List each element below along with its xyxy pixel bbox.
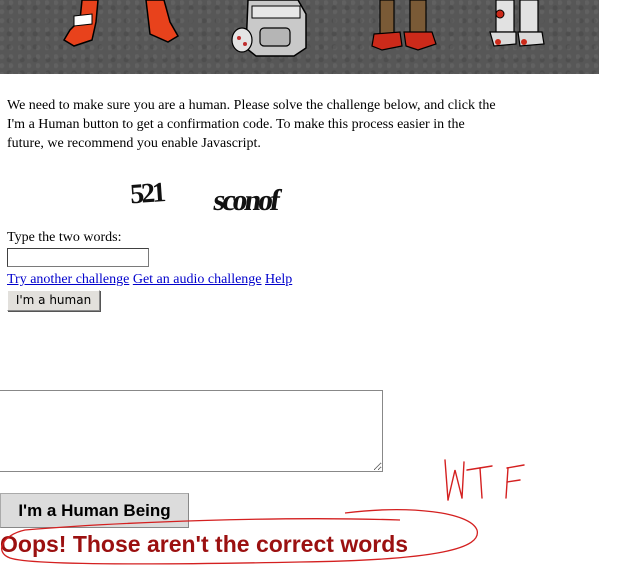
captcha-word-2: sconof bbox=[211, 183, 283, 217]
instructions-text: We need to make sure you are a human. Pl… bbox=[7, 98, 496, 151]
captcha-answer-input[interactable] bbox=[7, 248, 149, 267]
im-a-human-button[interactable]: I'm a human bbox=[7, 290, 100, 311]
audio-challenge-link[interactable]: Get an audio challenge bbox=[133, 272, 262, 287]
challenge-links: Try another challenge Get an audio chall… bbox=[7, 272, 292, 288]
error-message: Oops! Those aren't the correct words bbox=[0, 531, 409, 557]
help-link[interactable]: Help bbox=[265, 272, 292, 287]
im-a-human-being-button[interactable]: I'm a Human Being bbox=[0, 493, 189, 528]
response-textarea[interactable] bbox=[0, 390, 383, 472]
banner-figures bbox=[62, 0, 545, 57]
top-banner-illustration bbox=[0, 0, 599, 74]
type-words-label: Type the two words: bbox=[7, 230, 122, 245]
try-another-challenge-link[interactable]: Try another challenge bbox=[7, 272, 129, 287]
captcha-image: 521 sconof bbox=[129, 177, 284, 217]
captcha-word-1: 521 bbox=[129, 177, 166, 210]
wtf-scribble bbox=[444, 459, 525, 501]
